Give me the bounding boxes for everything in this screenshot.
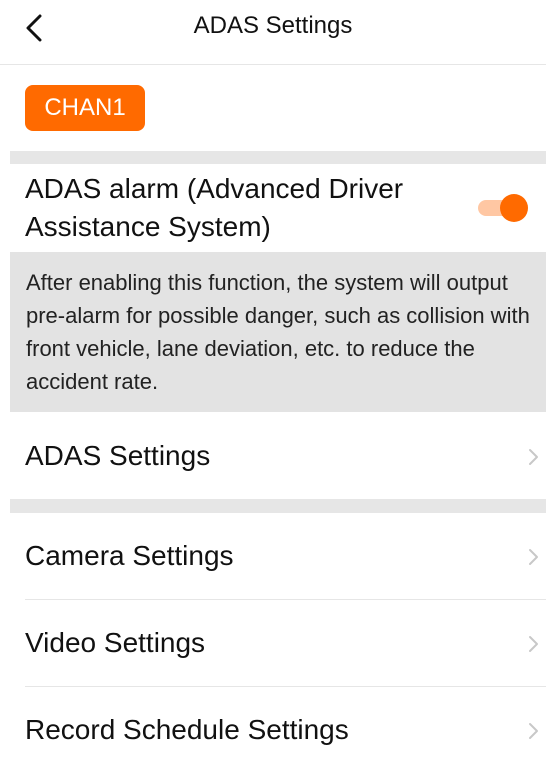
channel-tab-chan1[interactable]: CHAN1 xyxy=(25,85,145,131)
page-title: ADAS Settings xyxy=(193,12,353,39)
description-text: After enabling this function, the system… xyxy=(26,270,530,394)
chevron-right-icon xyxy=(529,723,538,739)
menu-item-label: Record Schedule Settings xyxy=(25,714,349,745)
section-divider xyxy=(10,499,546,513)
chevron-right-icon xyxy=(529,549,538,565)
menu-item-camera-settings[interactable]: Camera Settings xyxy=(0,513,546,599)
app-header: ADAS Settings xyxy=(0,0,546,65)
adas-alarm-toggle[interactable] xyxy=(478,194,528,222)
section-divider xyxy=(10,151,546,164)
toggle-knob xyxy=(500,194,528,222)
channel-selector-bar: CHAN1 xyxy=(0,65,546,151)
adas-alarm-row: ADAS alarm (Advanced Driver Assistance S… xyxy=(0,164,546,252)
menu-item-label: ADAS Settings xyxy=(25,440,211,471)
adas-alarm-description: After enabling this function, the system… xyxy=(10,252,546,412)
menu-item-label: Camera Settings xyxy=(25,540,234,571)
chevron-right-icon xyxy=(529,636,538,652)
menu-item-adas-settings[interactable]: ADAS Settings xyxy=(0,413,546,499)
menu-item-label: Video Settings xyxy=(25,627,206,658)
menu-item-video-settings[interactable]: Video Settings xyxy=(0,600,546,686)
chevron-right-icon xyxy=(529,449,538,465)
adas-alarm-label: ADAS alarm (Advanced Driver Assistance S… xyxy=(25,173,404,242)
menu-item-record-schedule-settings[interactable]: Record Schedule Settings xyxy=(0,687,546,773)
